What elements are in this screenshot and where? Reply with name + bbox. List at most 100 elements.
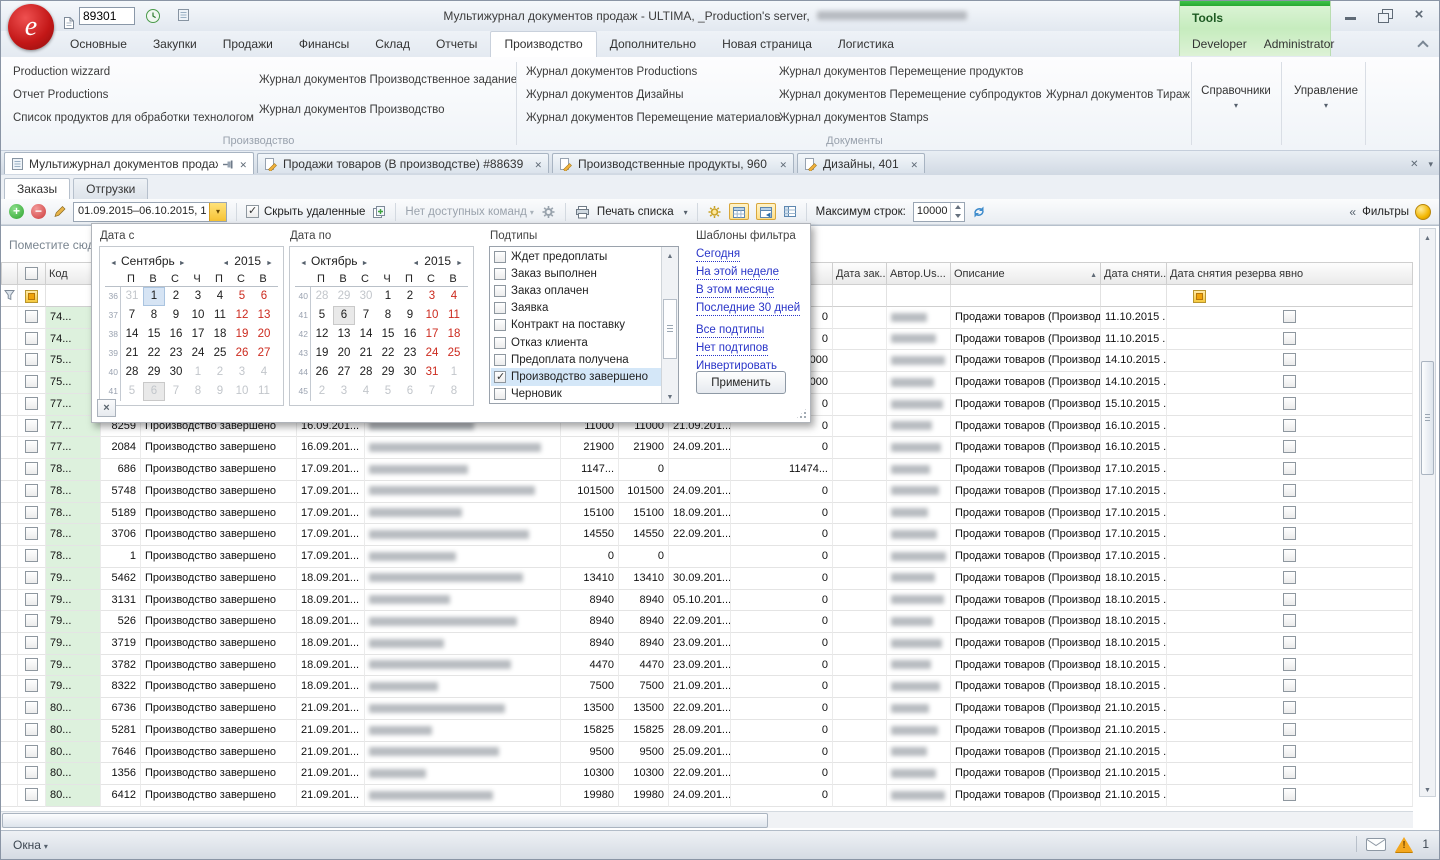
menu-tab-финансы[interactable]: Финансы (286, 32, 362, 57)
calendar-day[interactable]: 30 (355, 287, 377, 306)
close-button[interactable]: × (1407, 7, 1431, 24)
scroll-up-icon[interactable] (1420, 229, 1435, 244)
filter-cell[interactable] (1, 285, 18, 307)
calendar-day[interactable]: 8 (443, 382, 465, 401)
close-tab-icon[interactable] (910, 157, 918, 171)
calendar-day[interactable]: 3 (231, 363, 253, 382)
calendar-day[interactable]: 6 (333, 306, 355, 325)
calendar-day[interactable]: 14 (121, 325, 143, 344)
close-tab-icon[interactable] (779, 157, 787, 171)
scroll-down-icon[interactable] (662, 388, 678, 403)
filter-template-link-сегодня[interactable]: Сегодня (696, 248, 740, 262)
reserve-date-checkbox[interactable] (1283, 462, 1296, 475)
calendar-day[interactable]: 2 (311, 382, 333, 401)
calendar-day[interactable]: 12 (231, 306, 253, 325)
column-header-автор-us[interactable]: Автор.Us... (887, 262, 951, 285)
calendar-day[interactable]: 29 (377, 363, 399, 382)
calendar-day[interactable]: 6 (143, 382, 165, 401)
doc-tab-продажи-товаров-в-производстве-#88639[interactable]: Продажи товаров (В производстве) #88639 (257, 153, 549, 173)
filter-funnel-icon[interactable] (4, 290, 15, 304)
calendar-day[interactable]: 19 (311, 344, 333, 363)
delete-button[interactable] (31, 204, 46, 219)
windows-menu[interactable]: Окна (13, 838, 48, 852)
reserve-date-checkbox[interactable] (1283, 353, 1296, 366)
menu-tab-основные[interactable]: Основные (57, 32, 140, 57)
ribbon-dropdown-управление[interactable]: Управление (1283, 69, 1369, 133)
calendar-day[interactable]: 29 (143, 363, 165, 382)
calendar-day[interactable]: 21 (121, 344, 143, 363)
menu-tab-склад[interactable]: Склад (362, 32, 423, 57)
menu-tab-производство[interactable]: Производство (490, 31, 596, 57)
reserve-date-checkbox[interactable] (1283, 593, 1296, 606)
calendar-day[interactable]: 24 (187, 344, 209, 363)
ribbon-item-журнал-документов-тираж[interactable]: Журнал документов Тираж (1046, 89, 1190, 101)
row-checkbox[interactable] (25, 419, 38, 432)
calendar-day[interactable]: 3 (187, 287, 209, 306)
menu-tab-закупки[interactable]: Закупки (140, 32, 210, 57)
filter-template-link-на-этой-неделе[interactable]: На этой неделе (696, 266, 779, 280)
reserve-date-checkbox[interactable] (1283, 332, 1296, 345)
horizontal-scrollbar[interactable] (1, 811, 1413, 828)
reserve-date-checkbox[interactable] (1283, 440, 1296, 453)
ribbon-item-журнал-документов-дизайны[interactable]: Журнал документов Дизайны (526, 89, 683, 101)
popup-close-button[interactable] (97, 399, 116, 417)
column-header-дата-снятия-резерва-явно[interactable]: Дата снятия резерва явно (1167, 262, 1413, 285)
reserve-date-checkbox[interactable] (1283, 571, 1296, 584)
subtype-производство-завершено[interactable]: Производство завершено (491, 368, 661, 385)
calendar-day[interactable]: 27 (333, 363, 355, 382)
vertical-scrollbar[interactable] (1419, 228, 1436, 797)
reserve-date-checkbox[interactable] (1283, 679, 1296, 692)
refresh-icon[interactable] (972, 205, 986, 219)
calendar-day[interactable]: 28 (311, 287, 333, 306)
calendar-day[interactable]: 1 (443, 363, 465, 382)
table-view-button[interactable] (783, 205, 797, 218)
row-checkbox[interactable] (25, 397, 38, 410)
subtype-отказ-клиента[interactable]: Отказ клиента (491, 334, 661, 351)
calendar-day[interactable]: 24 (421, 344, 443, 363)
filter-checkbox[interactable] (1193, 290, 1206, 303)
column-header-дата-сняти[interactable]: Дата сняти... (1101, 262, 1167, 285)
doc-tab-производственные-продукты-960[interactable]: Производственные продукты, 960 (552, 153, 794, 173)
ribbon-collapse-icon[interactable] (1417, 39, 1429, 51)
sub-tab-заказы[interactable]: Заказы (4, 178, 70, 199)
row-checkbox[interactable] (25, 593, 38, 606)
filter-template-link-в-этом-месяце[interactable]: В этом месяце (696, 284, 774, 298)
calendar-day[interactable]: 4 (209, 287, 231, 306)
tools-tab-developer[interactable]: Developer (1192, 37, 1247, 51)
menu-tab-отчеты[interactable]: Отчеты (423, 32, 490, 57)
calendar-day[interactable]: 16 (165, 325, 187, 344)
calendar-day[interactable]: 3 (333, 382, 355, 401)
subtype-заказ-оплачен[interactable]: Заказ оплачен (491, 282, 661, 299)
resize-grip-icon[interactable] (795, 407, 808, 420)
row-checkbox[interactable] (25, 745, 38, 758)
calendar-day[interactable]: 8 (377, 306, 399, 325)
checkbox-checked-icon[interactable] (246, 205, 259, 218)
scroll-up-icon[interactable] (662, 247, 678, 262)
ribbon-item-журнал-документов-производственное-задание[interactable]: Журнал документов Производственное задан… (259, 74, 517, 86)
doc-tab-мультижурнал-документов-продаж[interactable]: Мультижурнал документов продаж (4, 152, 254, 174)
subtype-checkbox[interactable] (494, 302, 506, 314)
calendar-day[interactable]: 19 (231, 325, 253, 344)
calendar-day[interactable]: 25 (209, 344, 231, 363)
filters-button[interactable]: Фильтры (1362, 206, 1409, 218)
calendar-day[interactable]: 13 (253, 306, 275, 325)
reserve-date-checkbox[interactable] (1283, 310, 1296, 323)
ribbon-dropdown-справочники[interactable]: Справочники (1193, 69, 1279, 133)
doc-number-input[interactable] (79, 7, 135, 25)
reserve-date-checkbox[interactable] (1283, 766, 1296, 779)
hide-deleted-checkbox[interactable]: Скрыть удаленные (246, 205, 365, 218)
period-filter-combo[interactable]: 01.09.2015–06.10.2015, 1 подтип (73, 202, 227, 222)
reserve-date-checkbox[interactable] (1283, 484, 1296, 497)
calendar-day[interactable]: 5 (121, 382, 143, 401)
row-checkbox[interactable] (25, 506, 38, 519)
subtypes-scrollbar[interactable] (661, 247, 678, 403)
subtype-контракт-на-поставку[interactable]: Контракт на поставку (491, 317, 661, 334)
reserve-date-checkbox[interactable] (1283, 397, 1296, 410)
max-rows-value[interactable]: 10000 (914, 203, 951, 221)
calendar-day[interactable]: 31 (421, 363, 443, 382)
prev-month-icon[interactable] (107, 254, 120, 268)
calendar-day[interactable]: 25 (443, 344, 465, 363)
next-year-icon[interactable] (263, 254, 276, 268)
select-all-checkbox[interactable] (25, 267, 38, 280)
warning-icon[interactable] (1395, 837, 1413, 852)
